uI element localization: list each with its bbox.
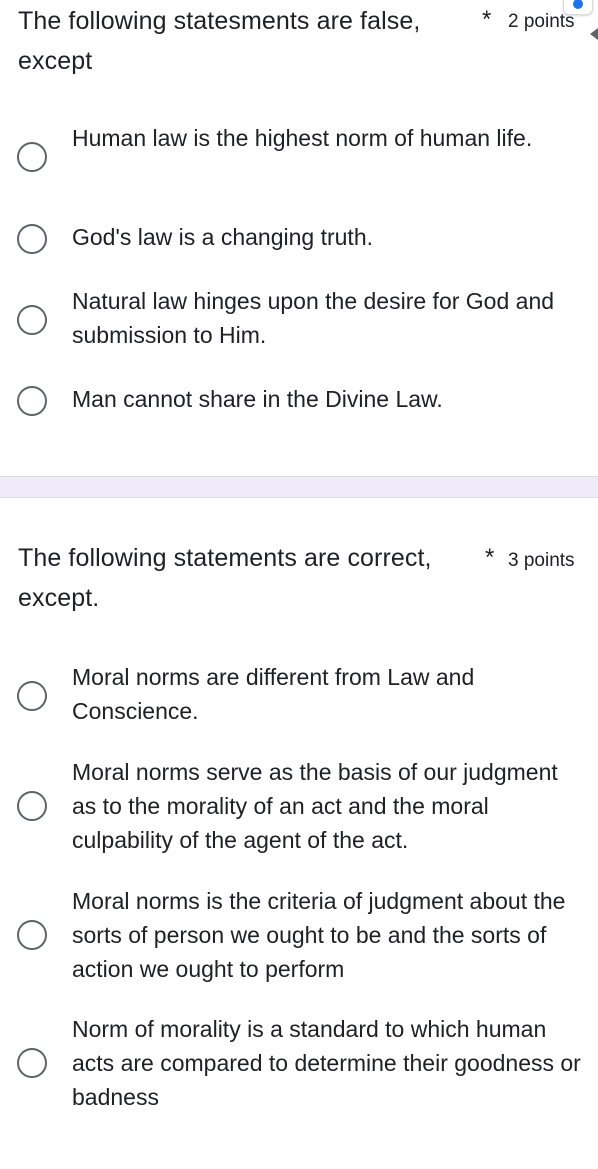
points-label: 2 points xyxy=(508,11,575,32)
option-label: Man cannot share in the Divine Law. xyxy=(72,386,443,412)
radio-option[interactable]: God's law is a changing truth. xyxy=(0,220,598,254)
radio-button[interactable] xyxy=(17,224,47,254)
option-label: Moral norms are different from Law and C… xyxy=(72,664,475,724)
points-label: 3 points xyxy=(508,550,575,571)
radio-option[interactable]: Moral norms is the criteria of judgment … xyxy=(0,884,598,986)
question-card-2: The following statements are correct, ex… xyxy=(0,498,598,1169)
radio-option[interactable]: Moral norms serve as the basis of our ju… xyxy=(0,755,598,857)
option-label: Natural law hinges upon the desire for G… xyxy=(72,288,555,348)
option-label: Norm of morality is a standard to which … xyxy=(72,1016,581,1110)
question-title: The following statesments are false, exc… xyxy=(18,7,421,75)
radio-option[interactable]: Natural law hinges upon the desire for G… xyxy=(0,284,598,352)
option-label: Moral norms is the criteria of judgment … xyxy=(72,888,566,982)
radio-option[interactable]: Moral norms are different from Law and C… xyxy=(0,660,598,728)
option-label: God's law is a changing truth. xyxy=(72,224,373,250)
form-page: The following statesments are false, exc… xyxy=(0,0,598,1169)
radio-button[interactable] xyxy=(17,305,47,335)
radio-button[interactable] xyxy=(17,1048,47,1078)
radio-button[interactable] xyxy=(17,920,47,950)
radio-button[interactable] xyxy=(17,791,47,821)
option-label: Human law is the highest norm of human l… xyxy=(72,125,533,151)
required-asterisk: * xyxy=(485,544,495,571)
radio-option[interactable]: Human law is the highest norm of human l… xyxy=(0,121,598,189)
assistant-dot-icon xyxy=(573,0,583,9)
question-title: The following statements are correct, ex… xyxy=(18,544,432,612)
question-card-1: The following statesments are false, exc… xyxy=(0,0,598,476)
radio-button[interactable] xyxy=(17,386,47,416)
radio-button[interactable] xyxy=(17,142,47,172)
radio-option[interactable]: Man cannot share in the Divine Law. xyxy=(0,382,598,416)
collapse-arrow-icon[interactable] xyxy=(590,28,598,40)
option-label: Moral norms serve as the basis of our ju… xyxy=(72,759,558,853)
assistant-icon[interactable] xyxy=(563,0,593,15)
required-asterisk: * xyxy=(482,6,492,33)
radio-option[interactable]: Norm of morality is a standard to which … xyxy=(0,1012,598,1114)
radio-button[interactable] xyxy=(17,681,47,711)
section-divider xyxy=(0,476,598,498)
